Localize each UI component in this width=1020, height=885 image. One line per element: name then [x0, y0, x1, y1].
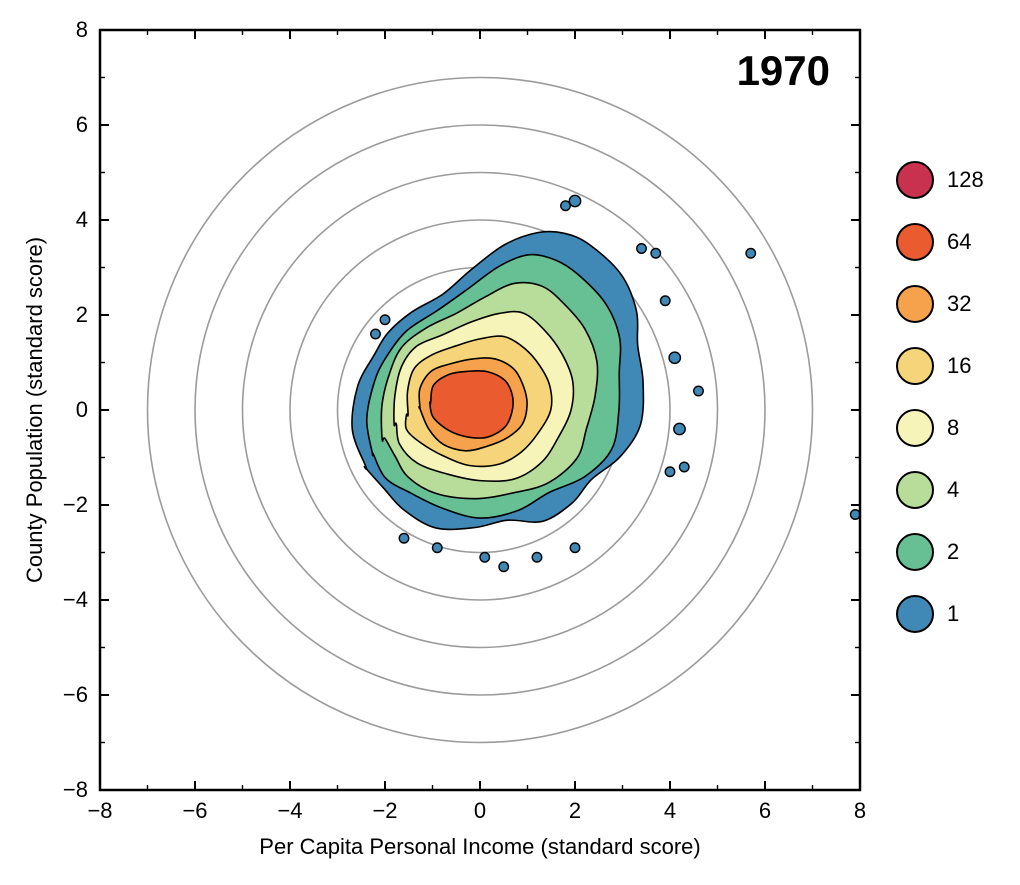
legend-swatch [897, 348, 933, 384]
legend-swatch [897, 286, 933, 322]
y-tick-label: 2 [76, 302, 88, 327]
density-contours [352, 231, 643, 529]
x-tick-label: 4 [664, 798, 676, 823]
density-blob [380, 315, 390, 325]
density-blob [371, 329, 381, 339]
x-tick-label: 6 [759, 798, 771, 823]
legend-label: 16 [947, 353, 971, 378]
x-axis-label: Per Capita Personal Income (standard sco… [259, 834, 700, 859]
x-tick-label: 2 [569, 798, 581, 823]
density-blob [561, 201, 571, 211]
density-blob [399, 534, 409, 544]
legend-label: 8 [947, 415, 959, 440]
legend-label: 4 [947, 477, 959, 502]
density-blob [669, 352, 680, 363]
density-blob [569, 195, 580, 206]
y-tick-label: −6 [63, 682, 88, 707]
x-tick-label: −2 [372, 798, 397, 823]
density-blob [480, 553, 490, 563]
legend-label: 2 [947, 539, 959, 564]
density-blob [665, 467, 675, 477]
density-blob [570, 543, 580, 553]
y-axis-label: County Population (standard score) [22, 237, 47, 583]
density-blob [433, 543, 443, 553]
density-contour-chart: −8 −6 −4 −2 0 2 4 6 8 −8 −6 −4 −2 0 2 4 6 8 Per Capita Per… [0, 0, 1020, 885]
y-tick-label: 6 [76, 112, 88, 137]
x-tick-label: −4 [277, 798, 302, 823]
year-annotation: 1970 [737, 47, 830, 94]
x-tick-label: −6 [182, 798, 207, 823]
x-tick-label: 8 [854, 798, 866, 823]
density-blob [674, 423, 685, 434]
density-blob [499, 562, 509, 572]
x-tick-label: −8 [87, 798, 112, 823]
density-blob [661, 296, 671, 306]
y-tick-label: −4 [63, 587, 88, 612]
color-legend: 128 64 32 16 8 4 2 1 [897, 162, 984, 632]
legend-label: 1 [947, 601, 959, 626]
legend-label: 128 [947, 167, 984, 192]
y-tick-label: 4 [76, 207, 88, 232]
density-blob [532, 553, 542, 563]
x-tick-label: 0 [474, 798, 486, 823]
density-blob [651, 249, 661, 259]
legend-swatch [897, 224, 933, 260]
y-tick-label: −2 [63, 492, 88, 517]
density-blob [851, 510, 861, 520]
y-tick-label: 0 [76, 397, 88, 422]
legend-swatch [897, 596, 933, 632]
density-blob [680, 462, 690, 472]
density-blob [637, 244, 647, 254]
legend-label: 32 [947, 291, 971, 316]
chart-container: −8 −6 −4 −2 0 2 4 6 8 −8 −6 −4 −2 0 2 4 6 8 Per Capita Per… [0, 0, 1020, 885]
density-blob [746, 249, 756, 259]
y-tick-label: 8 [76, 17, 88, 42]
legend-label: 64 [947, 229, 971, 254]
density-blob [694, 386, 704, 396]
legend-swatch [897, 534, 933, 570]
legend-swatch [897, 410, 933, 446]
legend-swatch [897, 162, 933, 198]
y-tick-label: −8 [63, 777, 88, 802]
legend-swatch [897, 472, 933, 508]
